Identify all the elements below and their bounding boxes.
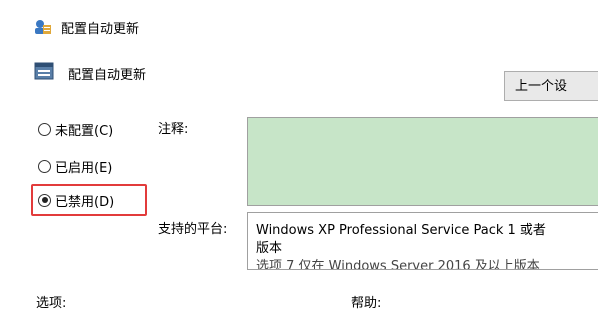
radio-not-configured[interactable]: 未配置(C) — [38, 118, 113, 140]
supported-on-line: 选项 7 仅在 Windows Server 2016 及以上版本 — [256, 259, 540, 270]
radio-label-enabled: 已启用(E) — [55, 160, 113, 176]
group-policy-icon — [35, 20, 51, 34]
radio-circle[interactable] — [38, 122, 51, 136]
title-bar: 配置自动更新 — [0, 0, 598, 46]
supported-on-field: Windows XP Professional Service Pack 1 或… — [247, 212, 598, 270]
window-title: 配置自动更新 — [61, 22, 140, 37]
setting-title: 配置自动更新 — [68, 68, 147, 83]
highlight-annotation — [31, 184, 147, 216]
supported-on-line: 版本 — [256, 241, 283, 256]
help-label: 帮助: — [351, 296, 382, 311]
comment-textarea[interactable] — [247, 117, 598, 206]
previous-setting-button[interactable]: 上一个设 — [504, 71, 598, 101]
supported-on-line: Windows XP Professional Service Pack 1 或… — [256, 223, 546, 238]
policy-setting-icon — [34, 62, 54, 80]
radio-label-not-configured: 未配置(C) — [55, 123, 114, 139]
radio-circle[interactable] — [38, 159, 51, 173]
radio-enabled[interactable]: 已启用(E) — [38, 155, 112, 177]
supported-on-label: 支持的平台: — [158, 222, 228, 237]
options-label: 选项: — [36, 296, 67, 311]
comment-label: 注释: — [158, 122, 189, 137]
